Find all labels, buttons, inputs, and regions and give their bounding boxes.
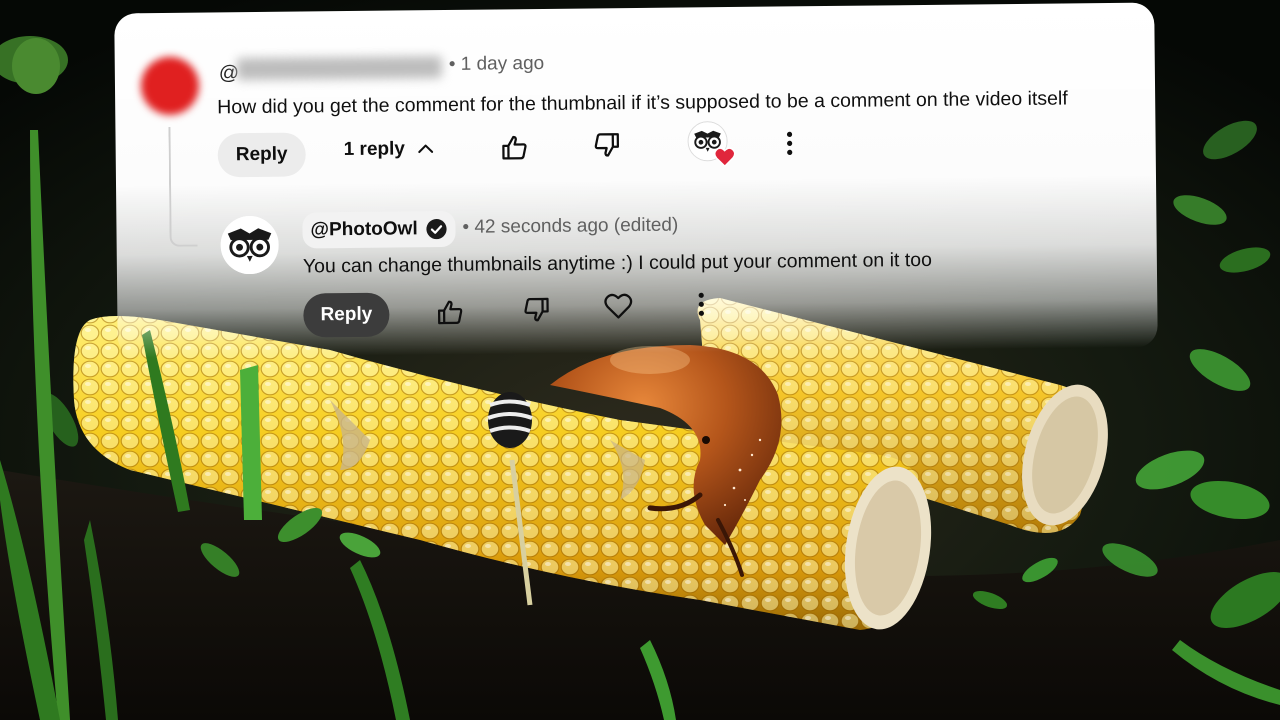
thumbs-down-icon-2[interactable]: [521, 294, 551, 324]
thumbs-up-icon[interactable]: [499, 133, 529, 163]
creator-heart-badge[interactable]: [687, 121, 736, 168]
photoowl-avatar[interactable]: [220, 215, 279, 275]
verified-check-icon: [426, 218, 448, 240]
replies-count: 1 reply: [343, 138, 406, 161]
reply-button-2[interactable]: Reply: [303, 292, 390, 338]
reply-text: You can change thumbnails anytime :) I c…: [302, 248, 933, 278]
thumbs-down-icon[interactable]: [591, 129, 621, 159]
reply-button[interactable]: Reply: [217, 132, 306, 178]
thumbs-up-icon-2[interactable]: [435, 298, 465, 328]
comment-text: How did you get the comment for the thum…: [217, 87, 1068, 119]
more-vertical-icon-2[interactable]: [689, 289, 713, 319]
comment-card: @ • 1 day ago How did you get the commen…: [114, 2, 1158, 359]
replies-toggle[interactable]: 1 reply: [344, 138, 437, 161]
commenter-avatar-blurred[interactable]: [140, 56, 200, 116]
reply-timestamp[interactable]: • 42 seconds ago (edited): [462, 215, 678, 239]
commenter-handle-redacted[interactable]: [236, 56, 442, 81]
chevron-up-icon: [415, 138, 437, 160]
more-vertical-icon[interactable]: [777, 128, 801, 158]
thread-connector: [168, 126, 198, 247]
comment-timestamp[interactable]: • 1 day ago: [449, 53, 545, 76]
reply-author-chip[interactable]: @PhotoOwl: [302, 210, 456, 249]
heart-outline-icon[interactable]: [603, 292, 633, 320]
reply-author-handle: @PhotoOwl: [310, 218, 418, 241]
thumbnail-scene: @ • 1 day ago How did you get the commen…: [0, 0, 1280, 720]
heart-icon: [714, 147, 736, 168]
